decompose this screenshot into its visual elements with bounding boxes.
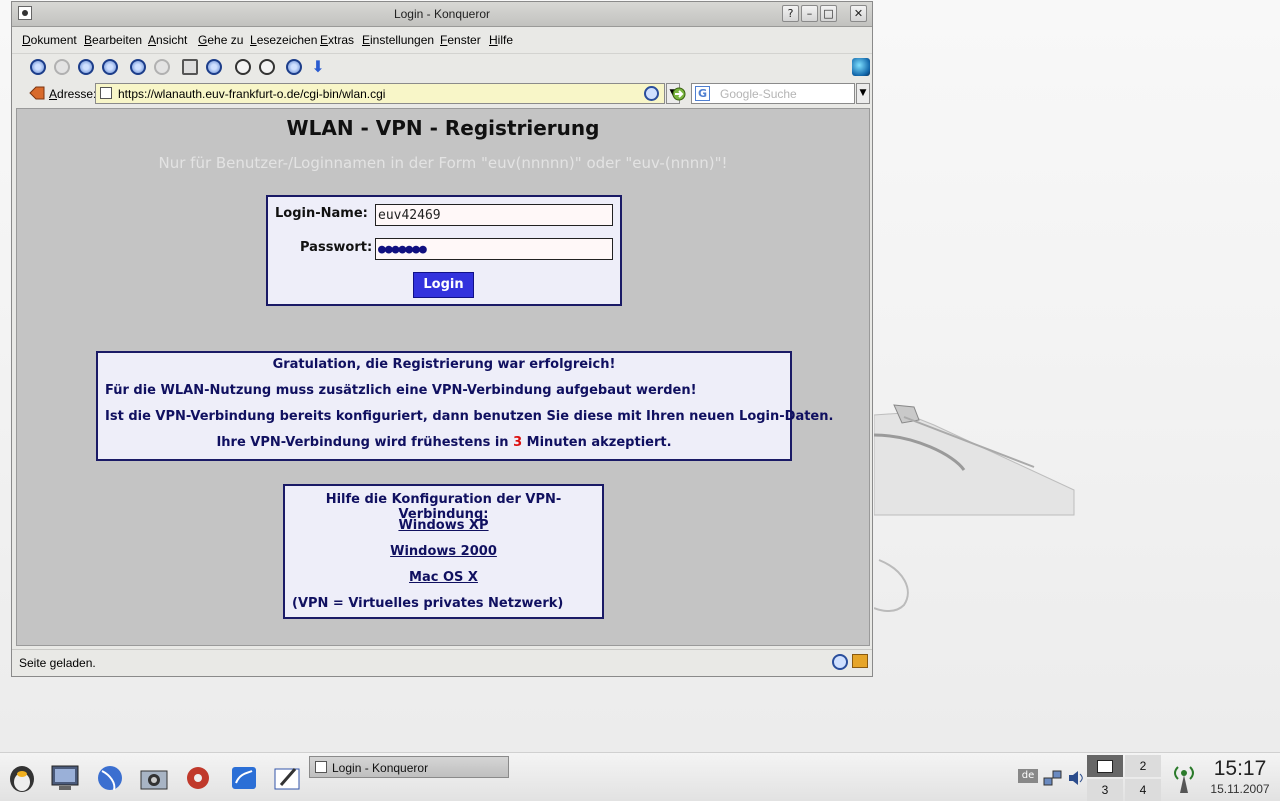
desktop-wallpaper-turntable [874, 404, 1075, 612]
menu-bearbeiten[interactable]: Bearbeiten [84, 33, 142, 47]
desktop-icon[interactable] [49, 763, 81, 793]
download-icon[interactable]: ⬇ [310, 59, 326, 75]
desktop-pager: 2 3 4 [1087, 755, 1161, 801]
window-titlebar[interactable]: Login - Konqueror ? – □ ✕ [12, 2, 872, 27]
menu-extras[interactable]: Extras [320, 33, 354, 47]
zoom-in-icon[interactable] [235, 59, 251, 75]
refresh-icon[interactable] [130, 59, 146, 75]
url-input[interactable]: https://wlanauth.euv-frankfurt-o.de/cgi-… [95, 83, 665, 104]
login-name-input[interactable]: euv42469 [375, 204, 613, 226]
pager-desktop-4[interactable]: 4 [1125, 779, 1161, 801]
back-icon[interactable] [30, 59, 46, 75]
web-search-input[interactable]: G Google-Suche [691, 83, 855, 104]
page-title: WLAN - VPN - Registrierung [286, 116, 600, 140]
menu-lesezeichen[interactable]: Lesezeichen [250, 33, 317, 47]
statusbar: Seite geladen. [12, 649, 872, 674]
menu-einstellungen[interactable]: Einstellungen [362, 33, 434, 47]
kde-menu-icon[interactable] [6, 763, 38, 793]
main-toolbar: ⬇ [12, 53, 872, 81]
help-icon[interactable] [228, 763, 260, 793]
search-engine-dropdown[interactable]: ▼ [856, 83, 870, 104]
menu-hilfe[interactable]: Hilfe [489, 33, 513, 47]
menu-gehe-zu[interactable]: Gehe zu [198, 33, 243, 47]
menubar: Dokument Bearbeiten Ansicht Gehe zu Lese… [12, 27, 872, 51]
window-title: Login - Konqueror [393, 7, 491, 21]
menu-fenster[interactable]: Fenster [440, 33, 481, 47]
keyboard-layout-indicator[interactable]: de [1018, 769, 1038, 783]
message-line-2: Für die WLAN-Nutzung muss zusätzlich ein… [105, 383, 697, 398]
vpn-help-box: Hilfe die Konfiguration der VPN-Verbindu… [283, 484, 604, 619]
pager-desktop-3[interactable]: 3 [1087, 779, 1123, 801]
volume-icon[interactable] [1067, 769, 1085, 787]
home-folder-icon[interactable] [138, 763, 170, 793]
wireless-signal-icon[interactable] [1170, 761, 1198, 795]
page-favicon [100, 87, 112, 99]
password-mask: ●●●●●●● [378, 242, 427, 257]
taskbar: Login - Konqueror de 2 3 4 15:17 15.11.2… [0, 752, 1280, 801]
clock[interactable]: 15:17 15.11.2007 [1204, 757, 1276, 796]
password-input[interactable]: ●●●●●●● [375, 238, 613, 260]
status-text: Seite geladen. [19, 656, 96, 670]
minimize-button[interactable]: – [801, 5, 818, 22]
link-windows-xp[interactable]: Windows XP [398, 518, 488, 533]
message-line-1: Gratulation, die Registrierung war erfol… [272, 357, 616, 372]
login-name-label: Login-Name: [275, 206, 368, 221]
clock-date: 15.11.2007 [1210, 782, 1270, 796]
close-button[interactable]: ✕ [850, 5, 867, 22]
link-mac-os-x[interactable]: Mac OS X [409, 570, 478, 585]
pager-desktop-1[interactable] [1087, 755, 1123, 777]
folder-icon[interactable] [852, 654, 868, 668]
message-line-3: Ist die VPN-Verbindung bereits konfiguri… [105, 409, 834, 424]
network-icon[interactable] [1043, 769, 1063, 787]
page-content: WLAN - VPN - Registrierung Nur für Benut… [16, 108, 870, 646]
vpn-note: (VPN = Virtuelles privates Netzwerk) [292, 596, 564, 611]
pager-window-thumbnail [1097, 760, 1113, 773]
clock-time: 15:17 [1213, 757, 1267, 780]
message-line-4: Ihre VPN-Verbindung wird frühestens in 3… [98, 435, 790, 450]
login-button[interactable]: Login [413, 272, 474, 298]
message-line-4-start: Ihre VPN-Verbindung wird frühestens in [216, 435, 514, 450]
security-icon[interactable] [286, 59, 302, 75]
location-label: Adresse: [49, 87, 97, 101]
reload-icon[interactable] [102, 59, 118, 75]
stop-icon[interactable] [154, 59, 170, 75]
konqueror-icon[interactable] [94, 763, 126, 793]
zoom-out-icon[interactable] [259, 59, 275, 75]
taskbar-window-button[interactable]: Login - Konqueror [309, 756, 509, 778]
security-status-icon[interactable] [832, 654, 848, 670]
konqueror-window: Login - Konqueror ? – □ ✕ Dokument Bearb… [11, 1, 873, 677]
maximize-button[interactable]: □ [820, 5, 837, 22]
clear-location-icon[interactable] [29, 86, 45, 100]
menu-dokument[interactable]: Dokument [22, 33, 77, 47]
password-label: Passwort: [300, 240, 373, 255]
home-icon[interactable] [78, 59, 94, 75]
menu-ansicht[interactable]: Ansicht [148, 33, 187, 47]
konqueror-task-icon [315, 761, 327, 773]
go-icon[interactable] [671, 86, 687, 102]
print-icon[interactable] [182, 59, 198, 75]
url-text: https://wlanauth.euv-frankfurt-o.de/cgi-… [118, 87, 386, 101]
page-subtitle: Nur für Benutzer-/Loginnamen in der Form… [158, 154, 728, 172]
message-line-4-end: Minuten akzeptiert. [522, 435, 672, 450]
settings-icon[interactable] [182, 763, 214, 793]
login-form: Login-Name: euv42469 Passwort: ●●●●●●● L… [266, 195, 622, 306]
task-label: Login - Konqueror [332, 761, 429, 775]
editor-icon[interactable] [271, 763, 303, 793]
success-message-box: Gratulation, die Registrierung war erfol… [96, 351, 833, 461]
print-preview-icon[interactable] [206, 59, 222, 75]
wait-minutes: 3 [513, 435, 523, 450]
pager-desktop-2[interactable]: 2 [1125, 755, 1161, 777]
help-button[interactable]: ? [782, 5, 799, 22]
forward-icon[interactable] [54, 59, 70, 75]
link-windows-2000[interactable]: Windows 2000 [390, 544, 497, 559]
search-placeholder: Google-Suche [720, 87, 797, 101]
ssl-lock-icon[interactable] [644, 86, 659, 101]
location-toolbar: Adresse: https://wlanauth.euv-frankfurt-… [12, 81, 872, 106]
konqueror-throbber-icon [852, 58, 870, 76]
google-icon[interactable]: G [695, 86, 710, 101]
